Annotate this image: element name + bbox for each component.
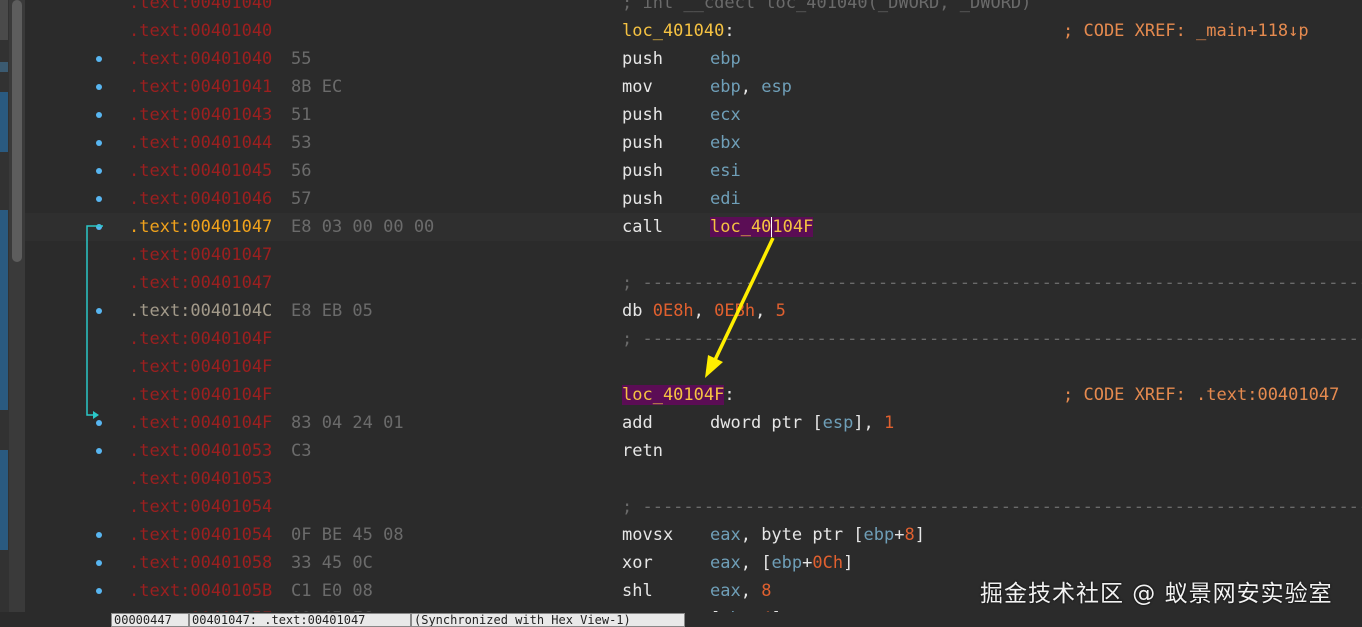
status-address: 00401047: .text:00401047 bbox=[189, 613, 411, 627]
status-offset: 00000447 bbox=[111, 613, 189, 627]
annotation-arrow-shaft bbox=[712, 237, 775, 363]
annotation-arrow-head bbox=[705, 355, 723, 378]
overlay-graphics bbox=[86, 225, 775, 419]
watermark-text: 掘金技术社区 @ 蚁景网安实验室 bbox=[980, 581, 1333, 607]
status-sync: (Synchronized with Hex View-1) bbox=[411, 613, 685, 627]
flow-arrow-head bbox=[93, 411, 99, 419]
status-bar: 00000447 00401047: .text:00401047 (Synch… bbox=[0, 612, 1362, 627]
flow-arrow-line bbox=[86, 225, 103, 416]
